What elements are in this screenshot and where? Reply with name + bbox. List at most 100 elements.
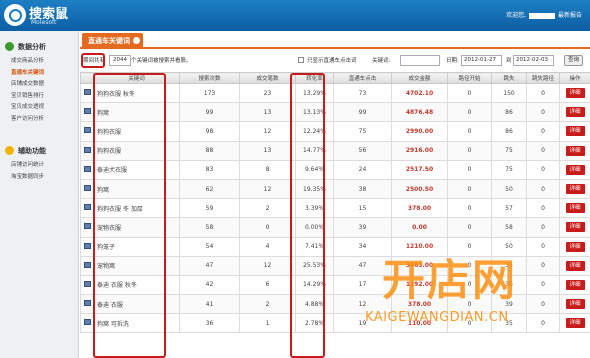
ztc-clicks-cell: 19 bbox=[333, 313, 392, 334]
table-row[interactable]: 泰迪 衣服 41 2 4.88% 12 378.00 0 39 0 详细 bbox=[80, 294, 590, 315]
table-body: 狗狗衣服 秋冬 173 23 13.29% 73 4702.10 0 150 0 详细 狗窝 99 13… bbox=[80, 82, 590, 334]
sidebar-item-shop-deals[interactable]: 店铺成交数据 bbox=[0, 79, 78, 91]
col-header-search-count[interactable]: 搜索次数 bbox=[179, 72, 240, 84]
ztc-only-checkbox[interactable] bbox=[298, 57, 304, 63]
detail-button[interactable]: 详细 bbox=[565, 126, 585, 137]
path-start-cell: 0 bbox=[447, 178, 492, 200]
bounce-cell: 36 bbox=[491, 274, 527, 296]
table-row[interactable]: 狗笼子 54 4 7.41% 34 1210.00 0 50 0 详细 bbox=[80, 236, 590, 257]
table-row[interactable]: 狗狗衣服 冬 加厚 59 2 3.39% 15 378.00 0 57 0 详细 bbox=[80, 198, 590, 219]
col-header-path-start[interactable]: 路径开始 bbox=[447, 72, 492, 84]
col-header-deal-count[interactable]: 成交笔数 bbox=[239, 72, 296, 84]
detail-button[interactable]: 详细 bbox=[565, 184, 585, 195]
ztc-clicks-cell: 39 bbox=[333, 217, 392, 238]
keyword-cell: 狗窝 可拆洗 bbox=[93, 313, 180, 334]
table-row[interactable]: 狗狗衣服 88 13 14.77% 56 2916.00 0 75 0 详细 bbox=[80, 140, 590, 161]
col-header-bounce-path[interactable]: 跳失路径 bbox=[526, 72, 560, 84]
query-button[interactable]: 查询 bbox=[564, 55, 584, 66]
bounce-cell: 35 bbox=[491, 255, 527, 276]
action-cell: 详细 bbox=[559, 178, 590, 200]
col-header-bounce[interactable]: 跳失 bbox=[491, 72, 527, 84]
table-row[interactable]: 狗狗衣服 秋冬 173 23 13.29% 73 4702.10 0 150 0 详细 bbox=[80, 82, 590, 104]
col-header-deal-amount[interactable]: 成交金额 bbox=[391, 72, 448, 84]
row-icon-cell bbox=[80, 140, 94, 161]
bounce-path-cell: 0 bbox=[526, 102, 560, 123]
keyword-input[interactable] bbox=[400, 55, 440, 66]
date-to-label: 到 bbox=[506, 58, 512, 64]
search-count-cell: 47 bbox=[179, 255, 240, 276]
sidebar-item-sales-rank[interactable]: 宝贝销售排行 bbox=[0, 91, 78, 103]
keyword-cell: 狗狗衣服 bbox=[93, 140, 180, 161]
tab-marker-icon bbox=[133, 37, 140, 44]
row-icon-cell bbox=[80, 198, 94, 219]
col-header-ztc-clicks[interactable]: 直通车点击 bbox=[333, 72, 392, 84]
col-header-conversion-rate[interactable]: 转化率 bbox=[295, 72, 334, 84]
keyword-cell: 宠物衣服 bbox=[93, 217, 180, 238]
sidebar-section-data-analysis[interactable]: 数据分析 bbox=[5, 39, 78, 54]
detail-button[interactable]: 详细 bbox=[565, 203, 585, 214]
sidebar-item-ztc-keywords[interactable]: 直通车关键词 bbox=[0, 68, 78, 80]
action-cell: 详细 bbox=[559, 217, 590, 238]
search-count-cell: 98 bbox=[179, 121, 240, 142]
detail-button[interactable]: 详细 bbox=[565, 241, 585, 252]
bounce-path-cell: 0 bbox=[526, 198, 560, 219]
sidebar-item-sold-goods[interactable]: 成交商品分析 bbox=[0, 56, 78, 68]
bounce-path-cell: 0 bbox=[526, 82, 560, 104]
deal-count-cell: 0 bbox=[239, 217, 296, 238]
tab-bar: 直通车关键词 bbox=[80, 31, 590, 49]
ztc-only-label: 只显示直通车点击词 bbox=[307, 58, 357, 64]
detail-button[interactable]: 详细 bbox=[565, 299, 585, 310]
date-to-input[interactable]: 2012-02-03 bbox=[513, 55, 554, 66]
sidebar-section-tools[interactable]: 辅助功能 bbox=[5, 143, 78, 158]
bounce-cell: 50 bbox=[491, 236, 527, 257]
keyword-cell: 狗笼子 bbox=[93, 236, 180, 257]
table-row[interactable]: 狗狗衣服 98 12 12.24% 75 2990.00 0 86 0 详细 bbox=[80, 121, 590, 142]
table-row[interactable]: 宠物窝 47 12 25.53% 47 3469.00 0 35 0 详细 bbox=[80, 255, 590, 276]
path-start-cell: 0 bbox=[447, 236, 492, 257]
detail-button[interactable]: 详细 bbox=[565, 222, 585, 233]
action-cell: 详细 bbox=[559, 82, 590, 104]
keyword-cell: 泰迪 衣服 bbox=[93, 294, 180, 315]
row-icon-cell bbox=[80, 121, 94, 142]
sidebar-item-shop-visit-stats[interactable]: 店铺访问统计 bbox=[0, 160, 78, 172]
detail-button[interactable]: 详细 bbox=[565, 107, 585, 118]
tab-ztc-keywords[interactable]: 直通车关键词 bbox=[82, 33, 143, 49]
path-start-cell: 0 bbox=[447, 313, 492, 334]
deal-count-cell: 12 bbox=[239, 121, 296, 142]
detail-button[interactable]: 详细 bbox=[565, 88, 585, 99]
sidebar-item-taobao-sync[interactable]: 淘宝数据同步 bbox=[0, 172, 78, 184]
detail-button[interactable]: 详细 bbox=[565, 318, 585, 329]
detail-button[interactable]: 详细 bbox=[565, 279, 585, 290]
conversion-rate-cell: 14.29% bbox=[295, 274, 334, 296]
detail-button[interactable]: 详细 bbox=[565, 260, 585, 271]
sidebar-item-deal-perspective[interactable]: 宝贝成交透视 bbox=[0, 102, 78, 114]
path-start-cell: 0 bbox=[447, 82, 492, 104]
keyword-row-icon bbox=[83, 89, 91, 96]
latest-report-link[interactable]: 最新报告 bbox=[558, 12, 582, 19]
col-header-keyword[interactable]: 关键词 bbox=[93, 72, 180, 84]
conversion-rate-cell: 2.78% bbox=[295, 313, 334, 334]
table-row[interactable]: 狗窝 可拆洗 36 1 2.78% 19 110.00 0 35 0 详细 bbox=[80, 313, 590, 334]
keyword-count: 2044 bbox=[109, 55, 131, 66]
table-row[interactable]: 狗窝 99 13 13.13% 99 4876.48 0 86 0 详细 bbox=[80, 102, 590, 123]
conversion-rate-cell: 19.35% bbox=[295, 178, 334, 200]
deal-amount-cell: 1192.00 bbox=[391, 274, 448, 296]
detail-button[interactable]: 详细 bbox=[565, 145, 585, 156]
table-row[interactable]: 宠物衣服 58 0 0.00% 39 0.00 0 58 0 详细 bbox=[80, 217, 590, 238]
keyword-row-icon bbox=[83, 127, 91, 134]
table-row[interactable]: 狗窝 62 12 19.35% 38 2500.50 0 50 0 详细 bbox=[80, 178, 590, 200]
search-count-cell: 58 bbox=[179, 217, 240, 238]
bounce-cell: 75 bbox=[491, 140, 527, 161]
action-cell: 详细 bbox=[559, 198, 590, 219]
search-count-cell: 83 bbox=[179, 159, 240, 180]
conversion-rate-cell: 13.13% bbox=[295, 102, 334, 123]
table-row[interactable]: 泰迪 衣服 秋冬 42 6 14.29% 17 1192.00 0 36 0 详细 bbox=[80, 274, 590, 296]
search-count-cell: 41 bbox=[179, 294, 240, 315]
table-row[interactable]: 泰迪犬衣服 83 8 9.64% 24 2517.50 0 75 0 详细 bbox=[80, 159, 590, 180]
search-count-cell: 42 bbox=[179, 274, 240, 296]
action-cell: 详细 bbox=[559, 255, 590, 276]
sidebar-item-customer-visits[interactable]: 客户访问分析 bbox=[0, 114, 78, 126]
detail-button[interactable]: 详细 bbox=[565, 164, 585, 175]
date-from-input[interactable]: 2012-01-27 bbox=[461, 55, 502, 66]
search-count-cell: 99 bbox=[179, 102, 240, 123]
